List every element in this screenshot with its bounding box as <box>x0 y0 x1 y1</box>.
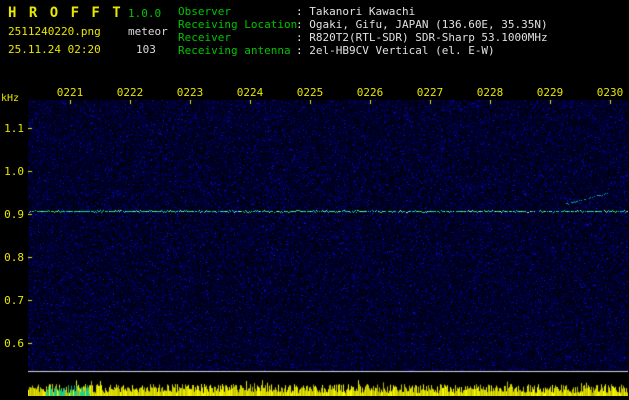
frequency-unit-label: kHz <box>1 93 19 104</box>
info-row: Receiving antenna: 2el-HB9CV Vertical (e… <box>178 44 548 57</box>
output-filename: 2511240220.png <box>8 25 101 38</box>
app-version: 1.0.0 <box>128 7 161 20</box>
info-value: Ogaki, Gifu, JAPAN (136.60E, 35.35N) <box>309 18 547 31</box>
info-label: Receiving antenna <box>178 44 296 57</box>
freq-tick-label: 0.8 <box>0 251 24 264</box>
hrofft-output-window: H R O F F T 1.0.0 2511240220.png meteor … <box>0 0 629 400</box>
info-row: Receiver: R820T2(RTL-SDR) SDR-Sharp 53.1… <box>178 31 548 44</box>
time-tick-label: 0223 <box>176 86 204 99</box>
info-separator: : <box>296 5 303 18</box>
time-tick-label: 0226 <box>356 86 384 99</box>
info-label: Receiver <box>178 31 296 44</box>
time-tick-label: 0227 <box>416 86 444 99</box>
station-info-block: Observer: Takanori Kawachi Receiving Loc… <box>178 5 548 57</box>
info-value: 2el-HB9CV Vertical (el. E-W) <box>309 44 494 57</box>
time-tick-label: 0224 <box>236 86 264 99</box>
freq-tick-label: 0.7 <box>0 294 24 307</box>
observation-datetime: 25.11.24 02:20 <box>8 43 101 56</box>
info-separator: : <box>296 44 303 57</box>
time-tick-label: 0225 <box>296 86 324 99</box>
info-label: Receiving Location <box>178 18 296 31</box>
freq-tick-label: 0.6 <box>0 337 24 350</box>
spectrogram-canvas <box>28 100 628 396</box>
info-separator: : <box>296 18 303 31</box>
info-row: Receiving Location: Ogaki, Gifu, JAPAN (… <box>178 18 548 31</box>
time-tick-label: 0230 <box>596 86 624 99</box>
info-value: R820T2(RTL-SDR) SDR-Sharp 53.1000MHz <box>309 31 547 44</box>
freq-tick-label: 1.1 <box>0 122 24 135</box>
time-tick-label: 0228 <box>476 86 504 99</box>
info-row: Observer: Takanori Kawachi <box>178 5 548 18</box>
freq-tick-label: 1.0 <box>0 165 24 178</box>
info-value: Takanori Kawachi <box>309 5 415 18</box>
time-tick-label: 0222 <box>116 86 144 99</box>
freq-tick-label: 0.9 <box>0 208 24 221</box>
info-separator: : <box>296 31 303 44</box>
time-tick-label: 0229 <box>536 86 564 99</box>
info-label: Observer <box>178 5 296 18</box>
app-title: H R O F F T <box>8 5 123 21</box>
echo-count: 103 <box>136 43 156 56</box>
mode-label: meteor <box>128 25 168 38</box>
time-tick-label: 0221 <box>56 86 84 99</box>
